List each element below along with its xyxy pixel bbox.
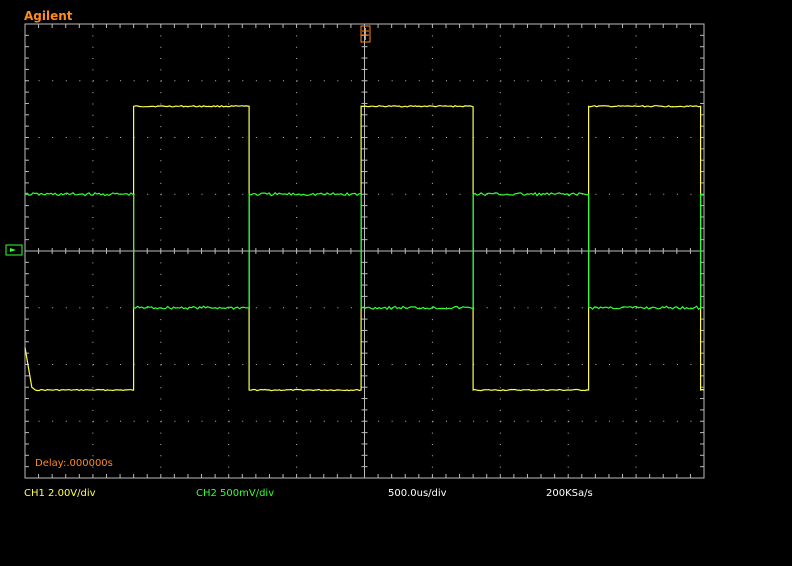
trigger-position-marker[interactable] <box>360 25 371 43</box>
markers <box>5 25 371 256</box>
oscilloscope-display <box>5 23 705 479</box>
timebase-readout[interactable]: 500.0us/div <box>388 488 447 499</box>
ch2-scale-readout[interactable]: CH2 500mV/div <box>196 488 274 499</box>
graticule <box>24 23 705 479</box>
ch1-scale-readout[interactable]: CH1 2.00V/div <box>24 488 96 499</box>
delay-readout: Delay:.000000s <box>35 458 113 469</box>
sample-rate-readout: 200KSa/s <box>546 488 593 499</box>
ground-level-marker[interactable] <box>5 244 23 256</box>
